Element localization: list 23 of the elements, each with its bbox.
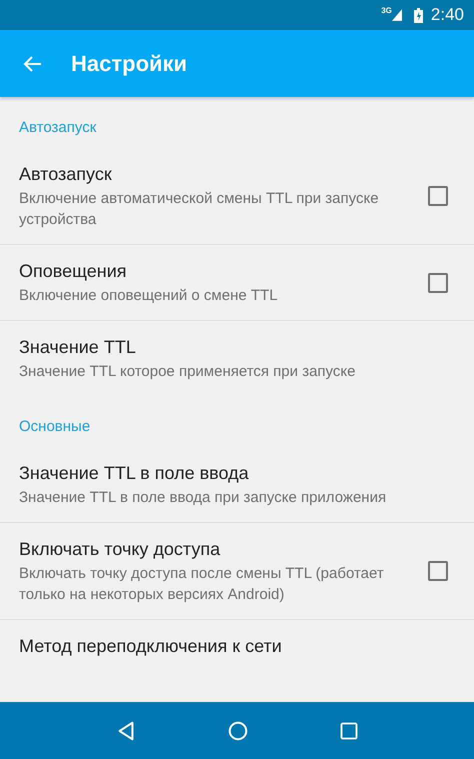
checkbox[interactable] — [428, 272, 448, 292]
screen-title: Настройки — [71, 50, 188, 76]
setting-summary: Включать точку доступа после смены TTL (работает только на некоторых версиях Android) — [19, 564, 385, 605]
network-type: 3G — [381, 6, 392, 15]
checkbox[interactable] — [428, 186, 448, 206]
setting-title: Значение TTL — [19, 336, 137, 359]
setting-summary: Включение автоматической смены TTL при запуске устройства — [19, 189, 380, 230]
setting-title: Метод переподключения к сети — [19, 635, 283, 658]
setting-summary: Включение оповещений о смене TTL — [19, 286, 279, 306]
checkbox[interactable] — [428, 561, 448, 581]
section-header: Автозапуск — [18, 118, 98, 138]
setting-title: Значение TTL в поле ввода — [19, 462, 250, 485]
setting-summary: Значение TTL в поле ввода при запуске приложения — [19, 488, 388, 508]
recents-icon[interactable] — [339, 720, 359, 740]
setting-title: Автозапуск — [19, 163, 113, 186]
home-icon[interactable] — [227, 720, 249, 742]
signal-icon — [392, 9, 402, 21]
setting-title: Оповещения — [19, 260, 128, 283]
setting-title: Включать точку доступа — [19, 538, 222, 561]
clock: 2:40 — [430, 5, 464, 25]
battery-icon — [414, 8, 423, 22]
section-header: Основные — [18, 417, 92, 437]
setting-summary: Значение TTL которое применяется при запуске — [19, 362, 356, 382]
